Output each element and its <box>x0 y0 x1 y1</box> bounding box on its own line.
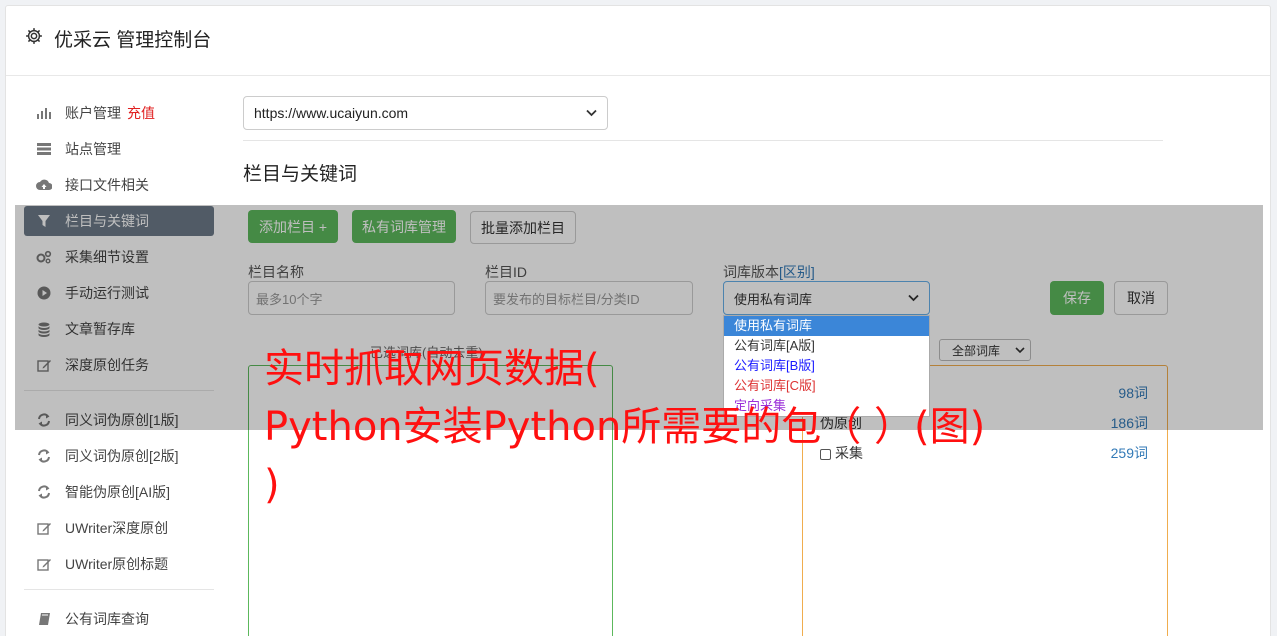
database-icon <box>36 321 52 337</box>
private-lib-button[interactable]: 私有词库管理 <box>352 210 456 243</box>
sidebar-item-synonym-v2[interactable]: 同义词伪原创[2版] <box>24 441 214 471</box>
lib-row-count: 98词 <box>1118 385 1148 401</box>
sidebar-item-label: UWriter深度原创 <box>65 520 169 536</box>
watermark-line: Python安装Python所需要的包（ ）(图) <box>264 404 986 450</box>
save-button[interactable]: 保存 <box>1050 281 1104 315</box>
cloud-upload-icon <box>36 177 52 193</box>
sidebar-item-interface[interactable]: 接口文件相关 <box>24 170 214 200</box>
column-name-input[interactable]: 最多10个字 <box>248 281 455 315</box>
filter-icon <box>36 213 52 229</box>
sidebar-item-article-store[interactable]: 文章暂存库 <box>24 314 214 344</box>
edit-icon <box>36 520 52 536</box>
sidebar-item-sites[interactable]: 站点管理 <box>24 134 214 164</box>
sidebar-item-label: 账户管理 <box>65 105 121 121</box>
lib-row-count: 186词 <box>1110 415 1148 431</box>
sidebar-item-label: 同义词伪原创[1版] <box>65 412 179 428</box>
gear-icon <box>26 28 42 44</box>
sidebar-item-account[interactable]: 账户管理 充值 <box>24 98 214 128</box>
section-title: 栏目与关键词 <box>243 164 358 185</box>
sidebar-item-label: 深度原创任务 <box>65 357 149 373</box>
cancel-button[interactable]: 取消 <box>1114 281 1168 315</box>
sidebar-divider <box>24 589 214 590</box>
server-icon <box>36 141 52 157</box>
chevron-down-icon <box>586 109 597 117</box>
chevron-down-icon <box>908 294 919 302</box>
lib-option[interactable]: 使用私有词库 <box>724 316 929 336</box>
book-icon <box>36 611 52 627</box>
refresh-icon <box>36 484 52 500</box>
sidebar-item-label: 栏目与关键词 <box>65 213 149 229</box>
watermark-line: 实时抓取网页数据( <box>264 346 600 392</box>
column-name-label: 栏目名称 <box>248 264 304 280</box>
sidebar-item-label: 采集细节设置 <box>65 249 149 265</box>
recharge-link[interactable]: 充值 <box>127 103 155 123</box>
page-title: 优采云 管理控制台 <box>54 30 212 51</box>
sidebar-item-collect-settings[interactable]: 采集细节设置 <box>24 242 214 272</box>
gears-icon <box>36 249 52 265</box>
sidebar-divider <box>24 390 214 391</box>
batch-add-button[interactable]: 批量添加栏目 <box>470 211 576 244</box>
sidebar-item-label: 接口文件相关 <box>65 177 149 193</box>
sidebar-item-uwriter-deep[interactable]: UWriter深度原创 <box>24 513 214 543</box>
add-column-button[interactable]: 添加栏目 + <box>248 210 338 243</box>
play-icon <box>36 285 52 301</box>
divider <box>243 140 1163 141</box>
sidebar-item-label: 同义词伪原创[2版] <box>65 448 179 464</box>
refresh-icon <box>36 412 52 428</box>
bar-chart-icon <box>36 105 52 121</box>
sidebar-item-label: UWriter原创标题 <box>65 556 169 572</box>
sidebar-item-label: 手动运行测试 <box>65 285 149 301</box>
watermark-line: ) <box>264 462 280 508</box>
sidebar-item-ai-rewrite[interactable]: 智能伪原创[AI版] <box>24 477 214 507</box>
sidebar-item-label: 文章暂存库 <box>65 321 135 337</box>
lib-version-label: 词库版本[区别] <box>723 262 815 282</box>
sidebar-item-label: 智能伪原创[AI版] <box>65 484 171 500</box>
edit-icon <box>36 357 52 373</box>
lib-version-select[interactable]: 使用私有词库 <box>723 281 930 315</box>
sidebar-item-deep-original[interactable]: 深度原创任务 <box>24 350 214 380</box>
column-id-input[interactable]: 要发布的目标栏目/分类ID <box>485 281 693 315</box>
lib-row-count: 259词 <box>1110 445 1148 461</box>
sidebar-item-columns[interactable]: 栏目与关键词 <box>24 206 214 236</box>
refresh-icon <box>36 448 52 464</box>
difference-link[interactable]: [区别] <box>779 264 815 280</box>
header: 优采云 管理控制台 <box>6 6 1270 76</box>
sidebar-item-label: 公有词库查询 <box>65 611 149 627</box>
sidebar-item-uwriter-title[interactable]: UWriter原创标题 <box>24 549 214 579</box>
sidebar-item-synonym-v1[interactable]: 同义词伪原创[1版] <box>24 405 214 435</box>
site-select-value: https://www.ucaiyun.com <box>254 105 409 121</box>
edit-icon <box>36 556 52 572</box>
column-id-label: 栏目ID <box>485 264 527 280</box>
sidebar-item-label: 站点管理 <box>65 141 121 157</box>
site-select[interactable]: https://www.ucaiyun.com <box>243 96 608 130</box>
watermark-caption: 实时抓取网页数据( Python安装Python所需要的包（ ）(图) ) <box>264 340 1044 514</box>
lib-version-value: 使用私有词库 <box>734 291 813 307</box>
sidebar-item-manual-run[interactable]: 手动运行测试 <box>24 278 214 308</box>
lib-version-label-text: 词库版本 <box>723 264 779 280</box>
sidebar: 账户管理 充值 站点管理 接口文件相关 栏目与关键词 采集细节设置 手动运行测试… <box>24 98 214 636</box>
sidebar-item-public-lib[interactable]: 公有词库查询 <box>24 604 214 634</box>
